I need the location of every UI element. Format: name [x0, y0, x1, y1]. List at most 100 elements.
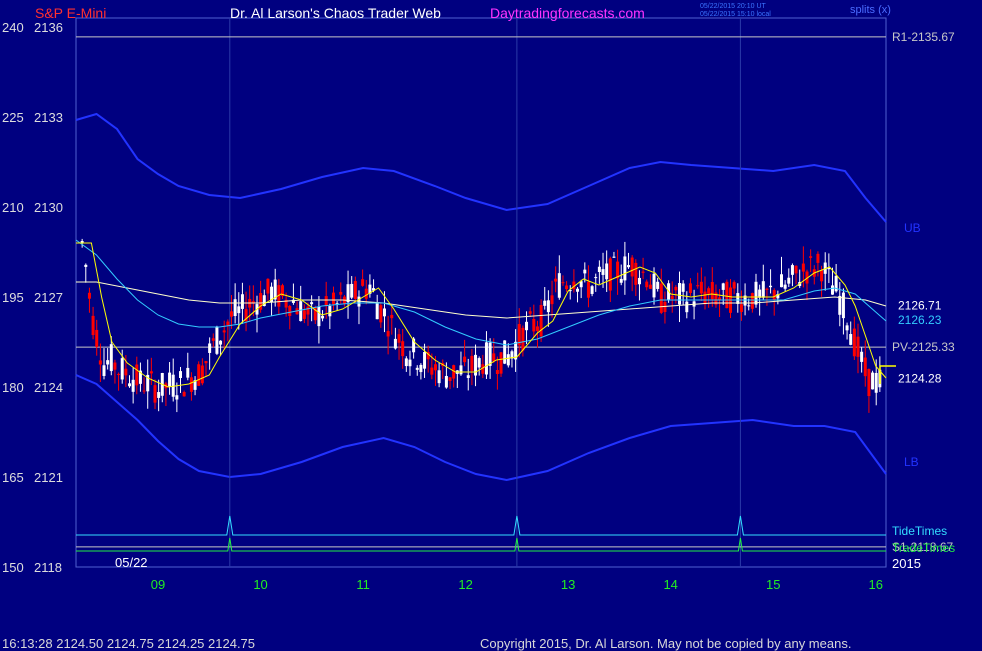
candle-down	[204, 361, 208, 364]
candle-up	[404, 358, 408, 367]
candle-down	[302, 310, 306, 319]
date-label: 05/22	[115, 555, 148, 570]
candle-up	[444, 375, 448, 388]
candle-down	[739, 304, 743, 312]
candle-up	[186, 367, 190, 378]
candle-down	[226, 321, 230, 326]
candle-down	[670, 295, 674, 299]
candle-down	[659, 283, 663, 313]
x-tick-label: 10	[253, 577, 267, 592]
site-link[interactable]: Daytradingforecasts.com	[490, 5, 645, 21]
author-title: Dr. Al Larson's Chaos Trader Web	[230, 5, 441, 21]
candle-down	[448, 377, 452, 382]
year-label: 2015	[892, 556, 921, 571]
candle-up	[627, 265, 631, 268]
candle-up	[233, 299, 237, 317]
candle-down	[499, 352, 503, 374]
x-tick-label: 13	[561, 577, 575, 592]
candle-up	[754, 281, 758, 305]
candle-down	[324, 296, 328, 307]
candle-down	[820, 270, 824, 282]
candle-up	[168, 372, 172, 387]
candle-down	[288, 305, 292, 316]
candle-down	[852, 328, 856, 357]
candle-down	[772, 290, 776, 300]
candle-up	[543, 300, 547, 306]
candle-down	[750, 293, 754, 309]
candle-up	[488, 342, 492, 366]
candle-up	[783, 284, 787, 289]
candle-up	[299, 301, 303, 322]
candle-up	[84, 264, 88, 267]
event-lines	[229, 18, 741, 567]
candle-up	[597, 266, 601, 272]
candle-down	[521, 327, 525, 351]
candle-up	[594, 277, 598, 279]
candle-down	[95, 329, 99, 347]
candle-up	[408, 359, 412, 367]
candle-down	[266, 278, 270, 294]
candle-up	[546, 300, 550, 313]
candle-down	[361, 279, 365, 286]
candle-down	[463, 356, 467, 363]
candle-up	[605, 263, 609, 280]
candle-up	[637, 277, 641, 285]
candle-down	[87, 292, 91, 299]
candle-up	[841, 292, 845, 319]
y-tick-left: 165	[2, 470, 24, 485]
candle-down	[470, 355, 474, 371]
candle-down	[539, 305, 543, 337]
candle-down	[765, 288, 769, 290]
candle-up	[656, 281, 660, 289]
last-price-marker	[879, 365, 896, 384]
mode-label: splits (x)	[850, 4, 891, 16]
candle-down	[189, 377, 193, 392]
candle-down	[641, 271, 645, 273]
tide-times-label: TideTimes	[892, 524, 947, 538]
candle-down	[222, 330, 226, 333]
candle-up	[321, 315, 325, 319]
candle-down	[809, 256, 813, 258]
candle-up	[845, 325, 849, 331]
candle-down	[699, 281, 703, 294]
candle-up	[525, 321, 529, 331]
band-label-lb: LB	[904, 455, 919, 469]
candle-down	[386, 331, 390, 337]
candle-up	[601, 269, 605, 275]
candle-up	[375, 303, 379, 320]
candle-down	[200, 365, 204, 384]
candle-down	[550, 295, 554, 305]
trade-times-line	[76, 537, 886, 552]
candle-down	[867, 369, 871, 397]
candle-down	[197, 364, 201, 386]
y-tick-left: 225	[2, 110, 24, 125]
y-tick-right: 2124	[34, 380, 63, 395]
symbol-title: S&P E-Mini	[35, 5, 107, 21]
time-lines	[76, 515, 886, 552]
candle-up	[484, 342, 488, 375]
candle-up	[175, 395, 179, 400]
candle-down	[142, 390, 146, 392]
candle-down	[98, 360, 102, 365]
candle-up	[871, 372, 875, 390]
candle-down	[182, 392, 186, 397]
candle-up	[419, 364, 423, 373]
price-label: 2124.28	[898, 372, 942, 386]
x-tick-label: 15	[766, 577, 780, 592]
last-quote: 16:13:28 2124.50 2124.75 2124.25 2124.75	[2, 636, 256, 651]
candle-up	[619, 278, 623, 283]
candle-up	[350, 283, 354, 298]
candle-up	[830, 285, 834, 295]
candle-up	[466, 375, 470, 379]
candle-down	[674, 286, 678, 291]
candle-down	[306, 306, 310, 315]
candle-down	[565, 285, 569, 290]
y-tick-right: 2121	[34, 470, 63, 485]
level-label-pv: PV-2125.33	[892, 340, 955, 354]
candle-down	[433, 364, 437, 371]
band-label-ub: UB	[904, 221, 921, 235]
y-tick-left: 195	[2, 290, 24, 305]
ut-timestamp: 05/22/2015 20:10 UT	[700, 3, 766, 10]
candle-down	[561, 282, 565, 284]
y-tick-right: 2136	[34, 20, 63, 35]
